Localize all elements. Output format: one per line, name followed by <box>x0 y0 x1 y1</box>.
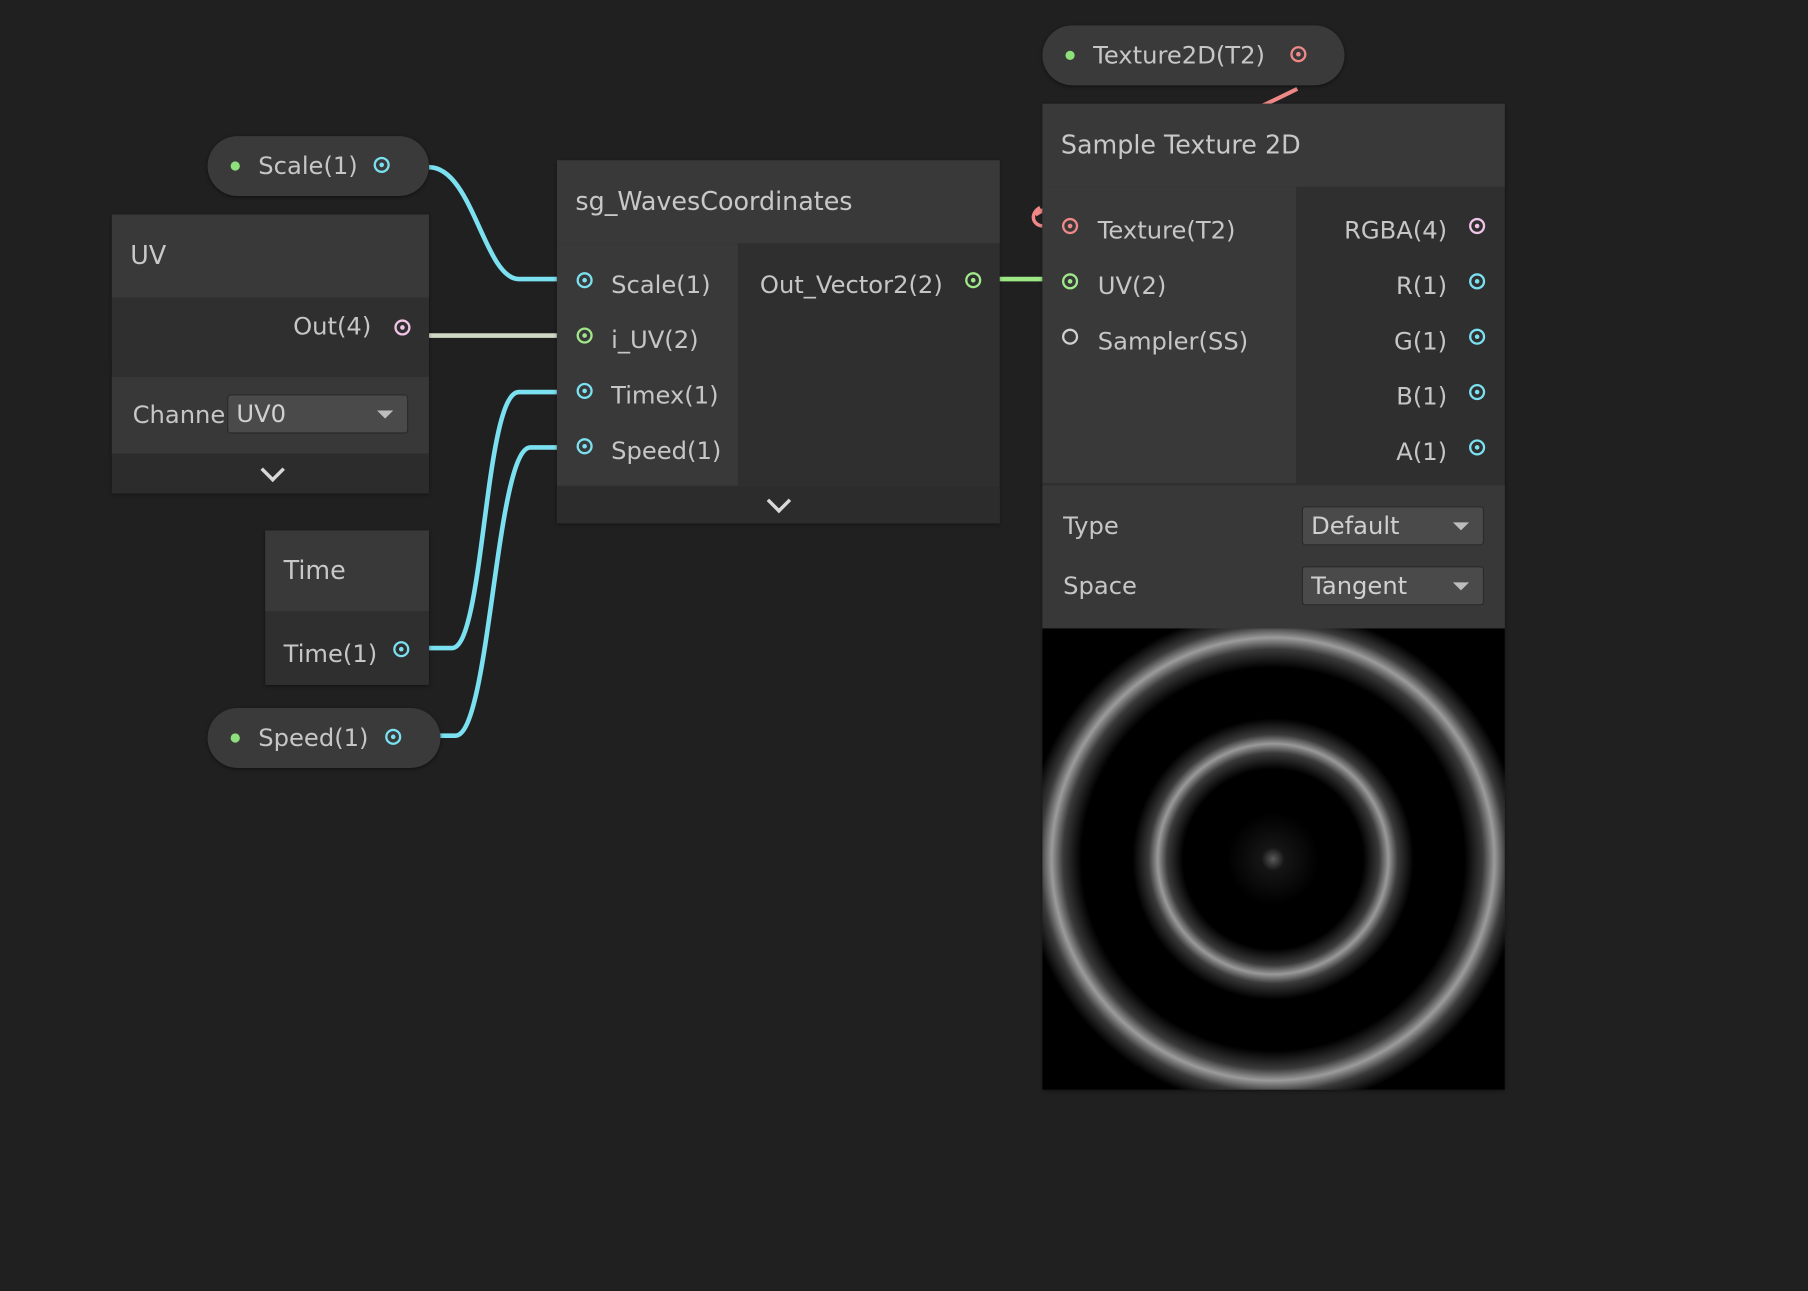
sample-output-label: RGBA(4) <box>1344 216 1448 245</box>
time-node-title: Time <box>265 530 429 612</box>
scale-property-label: Scale(1) <box>258 152 358 180</box>
dropdown-arrow-icon <box>1452 522 1470 531</box>
waves-inputs-column: Scale(1) i_UV(2) Timex(1) Speed(1) <box>556 243 738 486</box>
sample-input-port-uv[interactable] <box>1062 273 1079 290</box>
speed-output-port[interactable] <box>385 728 402 745</box>
space-value: Tangent <box>1311 571 1408 600</box>
texture2d-output-port[interactable] <box>1290 46 1307 63</box>
sample-output-label: B(1) <box>1396 382 1448 411</box>
property-exposed-dot <box>1065 50 1075 60</box>
waves-input-label: Timex(1) <box>611 381 719 410</box>
wire-speed-to-waves <box>428 445 574 738</box>
waves-input-port-uv[interactable] <box>576 327 593 344</box>
waves-input-port-timex[interactable] <box>576 382 593 399</box>
sample-input-port-texture[interactable] <box>1062 217 1079 235</box>
sample-output-label: G(1) <box>1394 327 1448 356</box>
uv-collapse-bar[interactable] <box>111 454 429 494</box>
chevron-down-icon <box>766 488 792 514</box>
wire-texture-hook <box>1031 206 1043 228</box>
scale-property-node[interactable]: Scale(1) <box>207 136 429 197</box>
waves-coordinates-node[interactable]: sg_WavesCoordinates Scale(1) i_UV(2) Tim… <box>556 160 1000 524</box>
type-value: Default <box>1311 511 1400 540</box>
sample-input-label: Sampler(SS) <box>1097 327 1249 356</box>
sample-input-label: UV(2) <box>1097 272 1167 300</box>
sample-input-port-sampler[interactable] <box>1062 328 1079 345</box>
time-output-port[interactable] <box>393 641 410 658</box>
wire-scale-to-waves <box>428 164 574 282</box>
dropdown-arrow-icon <box>1452 582 1470 591</box>
texture2d-property-node[interactable]: Texture2D(T2) <box>1042 25 1345 86</box>
scale-output-port[interactable] <box>373 156 390 173</box>
channel-label: Channe <box>132 401 226 429</box>
waves-node-title: sg_WavesCoordinates <box>556 160 1000 244</box>
property-exposed-dot <box>230 161 240 171</box>
sample-output-label: R(1) <box>1396 272 1448 300</box>
sample-output-port-b[interactable] <box>1469 383 1486 401</box>
sample-input-label: Texture(T2) <box>1097 216 1236 245</box>
chevron-down-icon <box>260 457 285 483</box>
channel-dropdown[interactable]: UV0 <box>227 394 409 434</box>
type-dropdown[interactable]: Default <box>1301 506 1485 546</box>
waves-input-label: Scale(1) <box>611 270 711 299</box>
space-label: Space <box>1063 571 1137 600</box>
time-node[interactable]: Time Time(1) <box>265 530 429 685</box>
channel-value: UV0 <box>236 400 287 428</box>
uv-node-title: UV <box>111 214 429 298</box>
time-output-label: Time(1) <box>283 639 378 668</box>
type-label: Type <box>1063 511 1119 540</box>
waves-input-port-scale[interactable] <box>576 272 593 289</box>
uv-node[interactable]: UV Out(4) Channe UV0 <box>111 214 429 494</box>
sample-settings-panel: Type Default Space Tangent <box>1042 485 1505 629</box>
waves-input-label: Speed(1) <box>611 437 722 465</box>
speed-property-node[interactable]: Speed(1) <box>207 708 441 768</box>
texture2d-property-label: Texture2D(T2) <box>1093 41 1265 70</box>
sample-inputs-column: Texture(T2) UV(2) Sampler(SS) <box>1042 186 1297 484</box>
sample-texture-2d-node[interactable]: Sample Texture 2D Texture(T2) UV(2) Samp… <box>1042 103 1505 1090</box>
sample-output-port-g[interactable] <box>1469 328 1486 345</box>
property-exposed-dot <box>230 733 240 743</box>
speed-property-label: Speed(1) <box>258 724 369 752</box>
texture-preview <box>1042 628 1505 1090</box>
sample-output-port-a[interactable] <box>1469 439 1486 456</box>
sample-output-port-rgba[interactable] <box>1469 217 1486 235</box>
sample-output-label: A(1) <box>1396 438 1448 466</box>
sample-output-port-r[interactable] <box>1469 273 1486 290</box>
waves-input-label: i_UV(2) <box>611 326 699 355</box>
waves-collapse-bar[interactable] <box>556 486 1000 524</box>
waves-output-label: Out_Vector2(2) <box>759 270 943 299</box>
waves-input-port-speed[interactable] <box>576 438 593 455</box>
uv-output-port[interactable] <box>394 319 411 336</box>
space-dropdown[interactable]: Tangent <box>1301 566 1485 606</box>
uv-output-row: Out(4) <box>111 297 429 359</box>
wire-time-to-waves <box>428 389 574 651</box>
dropdown-arrow-icon <box>377 410 394 419</box>
uv-settings-row: Channe UV0 <box>111 377 429 454</box>
uv-output-label: Out(4) <box>293 312 372 341</box>
sample-node-title: Sample Texture 2D <box>1042 103 1505 187</box>
waves-output-port[interactable] <box>965 272 982 289</box>
